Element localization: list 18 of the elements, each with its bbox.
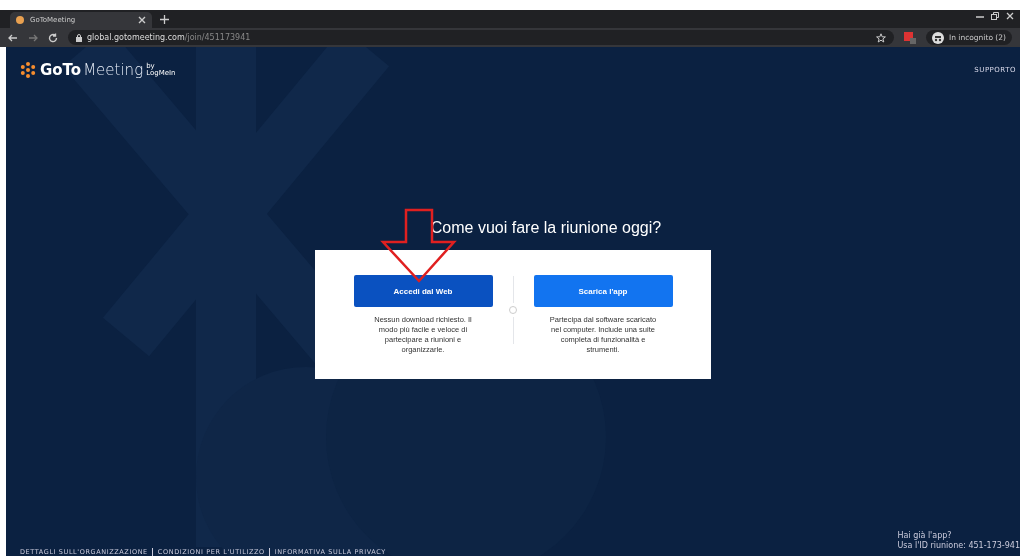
reload-icon[interactable] bbox=[48, 32, 58, 43]
extension-icon[interactable] bbox=[903, 31, 916, 44]
lock-icon bbox=[76, 33, 82, 42]
meeting-id-text: Usa l'ID riunione: 451-173-941 bbox=[897, 541, 1020, 551]
app-question: Hai già l'app? bbox=[897, 531, 953, 541]
favicon-icon bbox=[16, 16, 24, 24]
new-tab-icon[interactable] bbox=[160, 15, 169, 24]
back-icon[interactable] bbox=[8, 32, 18, 43]
join-option-button[interactable]: Accedi dal Web bbox=[353, 275, 493, 307]
forward-icon[interactable] bbox=[28, 32, 38, 43]
restore-icon[interactable] bbox=[991, 12, 999, 20]
flower-icon bbox=[20, 62, 36, 78]
join-option-button[interactable]: Scarica l'app bbox=[533, 275, 673, 307]
close-icon[interactable] bbox=[1006, 12, 1014, 20]
incognito-icon bbox=[931, 31, 944, 44]
star-icon[interactable] bbox=[875, 32, 886, 43]
close-icon[interactable] bbox=[138, 16, 146, 24]
address-bar[interactable]: global.gotomeeting.com/join/451173941 bbox=[68, 30, 894, 45]
